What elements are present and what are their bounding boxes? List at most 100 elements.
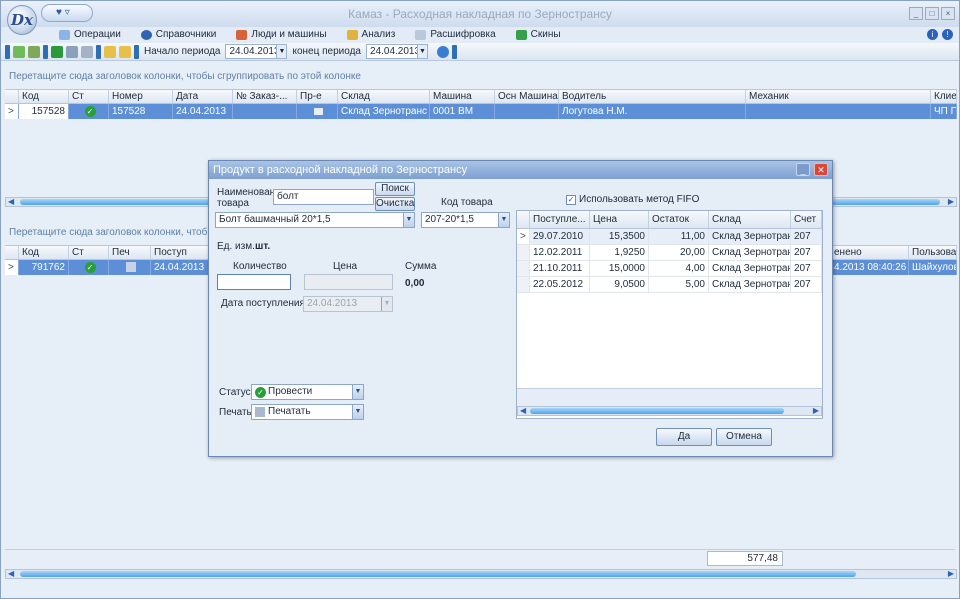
chevron-down-icon[interactable]: ▼ bbox=[276, 45, 287, 58]
column-header[interactable]: Код bbox=[19, 90, 69, 103]
column-header[interactable]: Клиен bbox=[931, 90, 957, 103]
menu-item-operations[interactable]: Операции bbox=[59, 27, 121, 43]
cell-sklad: Склад Зернотранс bbox=[338, 104, 430, 119]
product-select[interactable]: Болт башмачный 20*1,5 ▼ bbox=[215, 212, 415, 228]
product-dialog: Продукт в расходной накладной по Зерност… bbox=[208, 160, 833, 457]
box-icon[interactable] bbox=[81, 45, 93, 58]
column-header[interactable]: Механик bbox=[746, 90, 931, 103]
column-header[interactable]: енено bbox=[831, 246, 909, 259]
qty-input[interactable] bbox=[217, 274, 291, 290]
column-header[interactable]: Номер bbox=[109, 90, 173, 103]
period-start-value: 24.04.2013 bbox=[229, 46, 280, 57]
name-input[interactable]: болт bbox=[273, 189, 374, 205]
column-header[interactable]: Поступле... bbox=[530, 211, 590, 228]
cell-rest: 4,00 bbox=[649, 261, 709, 276]
table-row[interactable]: > 157528 ✓ 157528 24.04.2013 Склад Зерно… bbox=[5, 104, 957, 119]
stock-row[interactable]: 22.05.2012 9,0500 5,00 Склад Зернотранс … bbox=[517, 277, 822, 293]
column-header[interactable]: Склад bbox=[709, 211, 791, 228]
toolbar-separator bbox=[5, 44, 10, 59]
fifo-check-icon[interactable]: ✓ bbox=[566, 194, 576, 205]
menu-item-reference[interactable]: Справочники bbox=[140, 27, 217, 43]
column-header[interactable]: Машина bbox=[430, 90, 495, 103]
close-icon[interactable]: ✕ bbox=[814, 163, 828, 176]
column-header[interactable]: Счет bbox=[791, 211, 822, 228]
scroll-left-icon[interactable]: ◀ bbox=[520, 407, 526, 415]
folder-icon[interactable] bbox=[104, 45, 116, 58]
cancel-button[interactable]: Отмена bbox=[716, 428, 772, 446]
column-header[interactable]: Код bbox=[19, 246, 69, 259]
chevron-down-icon[interactable]: ▼ bbox=[352, 385, 363, 399]
menu-item-skins[interactable]: Скины bbox=[515, 27, 561, 43]
menu-item-report[interactable]: Расшифровка bbox=[415, 27, 496, 43]
status-label: Статус: bbox=[219, 387, 254, 398]
scroll-left-icon[interactable]: ◀ bbox=[8, 570, 14, 578]
stock-row[interactable]: 21.10.2011 15,0000 4,00 Склад Зернотранс… bbox=[517, 261, 822, 277]
menu-item-people[interactable]: Люди и машины bbox=[236, 27, 327, 43]
excel-export-icon[interactable] bbox=[51, 45, 63, 58]
column-header[interactable]: Остаток bbox=[649, 211, 709, 228]
column-header[interactable]: Поступ bbox=[151, 246, 211, 259]
chevron-down-icon[interactable]: ▼ bbox=[417, 45, 427, 58]
scroll-thumb[interactable] bbox=[20, 571, 856, 577]
scroll-right-icon[interactable]: ▶ bbox=[813, 407, 819, 415]
folder-open-icon[interactable] bbox=[119, 45, 131, 58]
column-header[interactable]: Пр-е bbox=[297, 90, 338, 103]
date-label: Дата поступления: bbox=[221, 298, 308, 309]
chevron-down-icon[interactable]: ▼ bbox=[403, 213, 414, 227]
stock-grid-scrollbar[interactable]: ◀ ▶ bbox=[517, 406, 822, 416]
stock-row[interactable]: 12.02.2011 1,9250 20,00 Склад Зернотранс… bbox=[517, 245, 822, 261]
close-window-button[interactable]: × bbox=[941, 7, 955, 20]
menu-label: Люди и машины bbox=[251, 29, 327, 40]
cell-print bbox=[109, 260, 151, 275]
product-code-select[interactable]: 207-20*1,5 ▼ bbox=[421, 212, 510, 228]
cell-price: 15,3500 bbox=[590, 229, 649, 244]
new-document-icon[interactable] bbox=[13, 45, 25, 58]
minimize-button[interactable]: _ bbox=[909, 7, 923, 20]
edit-icon[interactable] bbox=[28, 45, 40, 58]
minimize-icon[interactable]: _ bbox=[796, 163, 810, 176]
menu-label: Справочники bbox=[155, 29, 217, 40]
stock-grid-header: Поступле... Цена Остаток Склад Счет bbox=[517, 211, 822, 229]
column-header[interactable]: Ст bbox=[69, 90, 109, 103]
printer-icon bbox=[255, 407, 265, 417]
cell-date: 29.07.2010 bbox=[530, 229, 590, 244]
chevron-down-icon[interactable]: ▼ bbox=[352, 405, 363, 419]
menu-label: Расшифровка bbox=[430, 29, 496, 40]
status-select[interactable]: ✓ Провести ▼ bbox=[251, 384, 364, 400]
column-header[interactable]: Осн Машина bbox=[495, 90, 559, 103]
chevron-down-icon[interactable]: ▼ bbox=[498, 213, 509, 227]
cell-status: ✓ bbox=[69, 260, 109, 275]
scroll-thumb[interactable] bbox=[530, 408, 784, 414]
scroll-left-icon[interactable]: ◀ bbox=[8, 198, 14, 206]
period-end-input[interactable]: 24.04.2013 ▼ bbox=[366, 44, 428, 59]
app-logo[interactable]: Dx bbox=[7, 5, 37, 35]
bottom-grid-scrollbar[interactable]: ◀ ▶ bbox=[5, 569, 957, 579]
column-header[interactable]: Водитель bbox=[559, 90, 746, 103]
column-header[interactable]: Дата bbox=[173, 90, 233, 103]
menu-item-analysis[interactable]: Анализ bbox=[346, 27, 395, 43]
maximize-button[interactable]: □ bbox=[925, 7, 939, 20]
scroll-right-icon[interactable]: ▶ bbox=[948, 198, 954, 206]
print-icon[interactable] bbox=[66, 45, 78, 58]
info-icon[interactable]: i bbox=[927, 29, 938, 40]
unit-label: Ед. изм. bbox=[217, 241, 255, 252]
clear-button[interactable]: Очистка bbox=[375, 197, 415, 211]
column-header[interactable]: Ст bbox=[69, 246, 109, 259]
column-header[interactable]: Пользовате bbox=[909, 246, 957, 259]
column-header[interactable]: Печ bbox=[109, 246, 151, 259]
cell-order bbox=[233, 104, 297, 119]
refresh-icon[interactable] bbox=[437, 45, 449, 58]
fifo-checkbox[interactable]: ✓ Использовать метод FIFO bbox=[566, 194, 699, 205]
column-header[interactable]: Цена bbox=[590, 211, 649, 228]
stock-row[interactable]: > 29.07.2010 15,3500 11,00 Склад Зернотр… bbox=[517, 229, 822, 245]
print-select[interactable]: Печатать ▼ bbox=[251, 404, 364, 420]
column-header[interactable]: Склад bbox=[338, 90, 430, 103]
operations-icon bbox=[59, 30, 70, 40]
period-start-input[interactable]: 24.04.2013 ▼ bbox=[225, 44, 288, 59]
search-button[interactable]: Поиск bbox=[375, 182, 415, 196]
scroll-right-icon[interactable]: ▶ bbox=[948, 570, 954, 578]
column-header[interactable]: № Заказ-... bbox=[233, 90, 297, 103]
ok-button[interactable]: Да bbox=[656, 428, 712, 446]
help-icon[interactable]: ! bbox=[942, 29, 953, 40]
row-indicator bbox=[517, 245, 530, 260]
